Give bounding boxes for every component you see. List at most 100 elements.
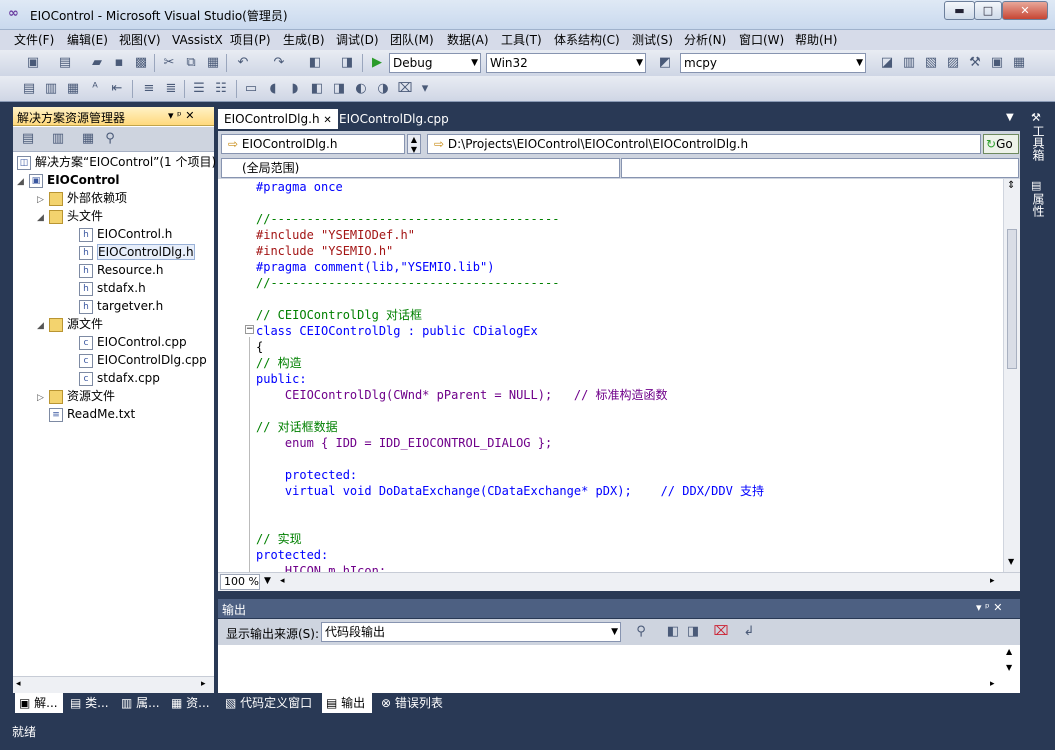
- scroll-right-icon[interactable]: ▸: [201, 679, 206, 689]
- class-combo[interactable]: ⇨ EIOControlDlg.h: [221, 134, 405, 154]
- scroll-left-icon[interactable]: ◂: [280, 576, 285, 586]
- navigate-forward-icon[interactable]: ◨: [338, 54, 356, 72]
- tab-properties[interactable]: 属性: [1030, 193, 1047, 217]
- menu-architecture[interactable]: 体系结构(C): [552, 30, 622, 50]
- menu-test[interactable]: 测试(S): [630, 30, 675, 50]
- scroll-left-icon[interactable]: ◂: [16, 679, 21, 689]
- menu-view[interactable]: 视图(V): [117, 30, 163, 50]
- tab-property-manager[interactable]: ▥ 属...: [117, 693, 167, 713]
- navigate-backward-icon[interactable]: ◧: [306, 54, 324, 72]
- next-message-icon[interactable]: ◨: [684, 623, 702, 641]
- scope-combo[interactable]: (全局范围): [221, 158, 620, 178]
- close-button[interactable]: ✕: [1002, 1, 1048, 20]
- tab-list-dropdown-icon[interactable]: ▼: [1006, 112, 1014, 123]
- open-file-icon[interactable]: ▰: [88, 54, 106, 72]
- scroll-up-icon[interactable]: ▲: [1006, 647, 1012, 656]
- solution-configuration-combo[interactable]: Debug ▼: [389, 53, 481, 73]
- split-editor-icon[interactable]: ⇕: [1007, 180, 1015, 191]
- save-icon[interactable]: ▪: [110, 54, 128, 72]
- close-tab-icon[interactable]: ✕: [323, 115, 331, 126]
- object-browser-icon[interactable]: ▧: [922, 54, 940, 72]
- tree-file[interactable]: h Resource.h: [17, 261, 213, 279]
- solution-horizontal-scrollbar[interactable]: ◂ ▸: [13, 676, 214, 693]
- menu-vassistx[interactable]: VAssistX: [170, 30, 225, 50]
- tab-resource-view[interactable]: ▦ 资...: [167, 693, 217, 713]
- tree-folder-headers[interactable]: ◢ 头文件: [17, 207, 213, 225]
- class-diagram-icon[interactable]: ⚲: [101, 130, 119, 148]
- properties-window-icon[interactable]: ▥: [900, 54, 918, 72]
- start-debugging-icon[interactable]: ▶: [368, 54, 386, 72]
- scroll-thumb[interactable]: [1007, 229, 1017, 369]
- tree-file[interactable]: c stdafx.cpp: [17, 369, 213, 387]
- menu-file[interactable]: 文件(F): [12, 30, 56, 50]
- extension-manager-icon[interactable]: ⚒: [966, 54, 984, 72]
- menu-tools[interactable]: 工具(T): [499, 30, 544, 50]
- output-source-combo[interactable]: 代码段输出 ▼: [321, 622, 621, 642]
- menu-help[interactable]: 帮助(H): [793, 30, 839, 50]
- menu-debug[interactable]: 调试(D): [334, 30, 381, 50]
- code-editor[interactable]: − #pragma once //-----------------------…: [218, 179, 1020, 572]
- decrease-indent-icon[interactable]: ≡: [140, 80, 158, 98]
- new-project-icon[interactable]: ▣: [24, 54, 42, 72]
- word-wrap-icon[interactable]: ↲: [740, 623, 758, 641]
- previous-message-icon[interactable]: ◧: [664, 623, 682, 641]
- redo-icon[interactable]: ↷: [270, 54, 288, 72]
- editor-vertical-scrollbar[interactable]: ⇕ ▼: [1003, 179, 1020, 572]
- menu-edit[interactable]: 编辑(E): [65, 30, 110, 50]
- menu-build[interactable]: 生成(B): [281, 30, 327, 50]
- undo-icon[interactable]: ↶: [234, 54, 252, 72]
- maximize-button[interactable]: □: [974, 1, 1002, 20]
- object-member-list-icon[interactable]: ▤: [20, 80, 38, 98]
- save-all-icon[interactable]: ▩: [132, 54, 150, 72]
- properties-icon[interactable]: ▤: [19, 130, 37, 148]
- tab-code-definition[interactable]: ▧ 代码定义窗口: [221, 693, 321, 713]
- toggle-bookmark-icon[interactable]: ▭: [242, 80, 260, 98]
- solution-platform-combo[interactable]: Win32 ▼: [486, 53, 646, 73]
- toolbox-icon[interactable]: ▨: [944, 54, 962, 72]
- uncomment-icon[interactable]: ☷: [212, 80, 230, 98]
- comment-out-icon[interactable]: ☰: [190, 80, 208, 98]
- zoom-dropdown-icon[interactable]: ▼: [264, 576, 271, 586]
- tab-eiocontroldlg-h[interactable]: EIOControlDlg.h ✕: [218, 109, 338, 129]
- toolbar-options-icon[interactable]: ▾: [416, 80, 434, 98]
- clear-all-icon[interactable]: ⌧: [712, 623, 730, 641]
- tree-folder-resources[interactable]: ▷ 资源文件: [17, 387, 213, 405]
- find-in-files-icon[interactable]: ◩: [656, 54, 674, 72]
- next-bookmark-folder-icon[interactable]: ◨: [330, 80, 348, 98]
- tab-eiocontroldlg-cpp[interactable]: EIOControlDlg.cpp: [333, 109, 455, 129]
- tree-file[interactable]: h targetver.h: [17, 297, 213, 315]
- panel-options-icon[interactable]: ▾ ᵖ ✕: [168, 109, 194, 122]
- output-content[interactable]: ▲ ▼ ▸: [218, 645, 1020, 693]
- previous-bookmark-document-icon[interactable]: ◐: [352, 80, 370, 98]
- increase-indent-icon[interactable]: ≣: [162, 80, 180, 98]
- previous-bookmark-icon[interactable]: ◖: [264, 80, 282, 98]
- output-window-options-icon[interactable]: ▾ ᵖ ✕: [976, 601, 1002, 614]
- tree-file-selected[interactable]: h EIOControlDlg.h: [17, 243, 213, 261]
- find-message-icon[interactable]: ⚲: [632, 623, 650, 641]
- member-combo[interactable]: [621, 158, 1019, 178]
- split-button[interactable]: ▲ ▼: [407, 134, 421, 154]
- quick-info-icon[interactable]: ▦: [64, 80, 82, 98]
- tab-output[interactable]: ▤ 输出: [322, 693, 372, 713]
- minimize-button[interactable]: ▬: [944, 1, 975, 20]
- tree-file[interactable]: h EIOControl.h: [17, 225, 213, 243]
- paste-icon[interactable]: ▦: [204, 54, 222, 72]
- menu-data[interactable]: 数据(A): [445, 30, 491, 50]
- start-page-icon[interactable]: ▣: [988, 54, 1006, 72]
- menu-analyze[interactable]: 分析(N): [682, 30, 728, 50]
- tab-class-view[interactable]: ▤ 类...: [66, 693, 116, 713]
- solution-node[interactable]: ◫ 解决方案“EIOControl”(1 个项目): [17, 153, 216, 171]
- scroll-down-icon[interactable]: ▼: [1008, 557, 1014, 566]
- refresh-icon[interactable]: ▦: [79, 130, 97, 148]
- tree-file[interactable]: c EIOControlDlg.cpp: [17, 351, 213, 369]
- menu-team[interactable]: 团队(M): [388, 30, 436, 50]
- outdent-icon[interactable]: ⇤: [108, 80, 126, 98]
- tab-solution-explorer[interactable]: ▣ 解...: [15, 693, 63, 713]
- tree-folder-sources[interactable]: ◢ 源文件: [17, 315, 213, 333]
- tree-file[interactable]: c EIOControl.cpp: [17, 333, 213, 351]
- menu-project[interactable]: 项目(P): [228, 30, 273, 50]
- options-icon[interactable]: ▦: [1010, 54, 1028, 72]
- tree-file[interactable]: ≡ ReadMe.txt: [17, 405, 213, 423]
- project-node[interactable]: ◢ ▣ EIOControl: [17, 171, 213, 189]
- scroll-down-icon[interactable]: ▼: [1006, 663, 1012, 672]
